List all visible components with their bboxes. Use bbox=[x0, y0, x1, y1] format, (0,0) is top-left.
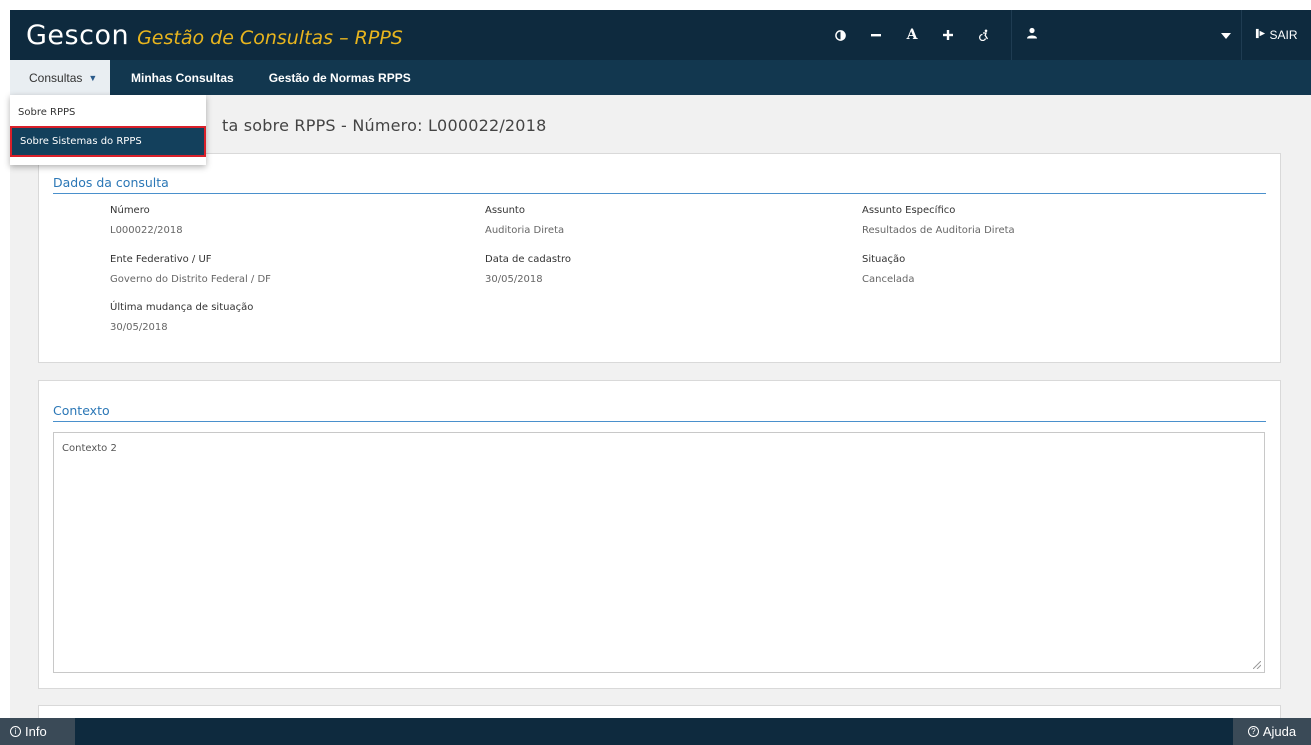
chevron-down-icon bbox=[1221, 26, 1231, 44]
field-label-data-cadastro: Data de cadastro bbox=[485, 254, 571, 265]
dropdown-item-sobre-rpps[interactable]: Sobre RPPS bbox=[10, 103, 206, 123]
nav-consultas-label: Consultas bbox=[29, 70, 83, 85]
caret-down-icon: ▼ bbox=[88, 72, 98, 83]
field-label-assunto: Assunto bbox=[485, 205, 525, 216]
contexto-textarea[interactable]: Contexto 2 bbox=[53, 432, 1265, 673]
minus-icon bbox=[870, 29, 882, 41]
footer-bar: i Info ? Ajuda bbox=[0, 718, 1311, 745]
dropdown-item-sobre-sistemas[interactable]: Sobre Sistemas do RPPS bbox=[10, 126, 206, 157]
field-label-situacao: Situação bbox=[862, 254, 906, 265]
logout-button[interactable]: SAIR bbox=[1241, 10, 1311, 60]
field-value-assunto: Auditoria Direta bbox=[485, 225, 565, 236]
field-value-situacao: Cancelada bbox=[862, 274, 915, 285]
logout-label: SAIR bbox=[1269, 28, 1298, 42]
info-icon: i bbox=[10, 726, 21, 737]
section-divider bbox=[53, 421, 1266, 422]
contexto-section-title: Contexto bbox=[53, 403, 110, 418]
accessibility-toolbar: A bbox=[822, 10, 1002, 60]
user-menu[interactable] bbox=[1011, 10, 1243, 60]
top-bar: Gescon Gestão de Consultas – RPPS A SAIR bbox=[10, 10, 1311, 60]
decrease-font-button[interactable] bbox=[858, 10, 894, 60]
brand-name: Gescon bbox=[26, 19, 130, 51]
brand-subtitle: Gestão de Consultas – RPPS bbox=[137, 26, 403, 49]
page-title: ta sobre RPPS - Número: L000022/2018 bbox=[222, 116, 547, 135]
contrast-icon bbox=[834, 29, 846, 41]
field-label-numero: Número bbox=[110, 205, 150, 216]
field-value-ultima-mudanca: 30/05/2018 bbox=[110, 322, 168, 333]
plus-icon bbox=[942, 29, 954, 41]
section-divider bbox=[53, 193, 1266, 194]
field-label-assunto-especifico: Assunto Específico bbox=[862, 205, 956, 216]
info-button[interactable]: i Info bbox=[0, 718, 75, 745]
font-letter: A bbox=[906, 27, 918, 43]
help-icon: ? bbox=[1247, 726, 1259, 737]
field-label-ultima-mudanca: Última mudança de situação bbox=[110, 302, 254, 313]
font-size-button[interactable]: A bbox=[894, 10, 930, 60]
main-nav: Consultas ▼ Minhas Consultas Gestão de N… bbox=[10, 60, 1311, 95]
field-value-ente: Governo do Distrito Federal / DF bbox=[110, 274, 271, 285]
help-button[interactable]: ? Ajuda bbox=[1233, 718, 1311, 745]
contexto-text: Contexto 2 bbox=[62, 443, 117, 454]
accessibility-icon bbox=[978, 29, 990, 41]
logout-icon bbox=[1255, 28, 1266, 42]
dados-panel: Dados da consulta Número L000022/2018 As… bbox=[38, 153, 1281, 363]
field-value-assunto-especifico: Resultados de Auditoria Direta bbox=[862, 225, 1015, 236]
resize-handle-icon[interactable] bbox=[1252, 660, 1262, 670]
user-icon bbox=[1026, 26, 1038, 44]
nav-consultas[interactable]: Consultas ▼ bbox=[10, 60, 110, 95]
info-label: Info bbox=[25, 724, 47, 739]
accessibility-button[interactable] bbox=[966, 10, 1002, 60]
field-value-data-cadastro: 30/05/2018 bbox=[485, 274, 543, 285]
field-label-ente: Ente Federativo / UF bbox=[110, 254, 212, 265]
contrast-button[interactable] bbox=[822, 10, 858, 60]
dados-section-title: Dados da consulta bbox=[53, 175, 169, 190]
brand[interactable]: Gescon Gestão de Consultas – RPPS bbox=[10, 20, 403, 51]
nav-minhas-consultas[interactable]: Minhas Consultas bbox=[110, 60, 234, 95]
increase-font-button[interactable] bbox=[930, 10, 966, 60]
field-value-numero: L000022/2018 bbox=[110, 225, 183, 236]
consultas-dropdown: Sobre RPPS Sobre Sistemas do RPPS bbox=[10, 95, 206, 165]
help-label: Ajuda bbox=[1262, 724, 1297, 739]
contexto-panel: Contexto Contexto 2 bbox=[38, 380, 1281, 689]
nav-gestao-normas[interactable]: Gestão de Normas RPPS bbox=[234, 60, 411, 95]
